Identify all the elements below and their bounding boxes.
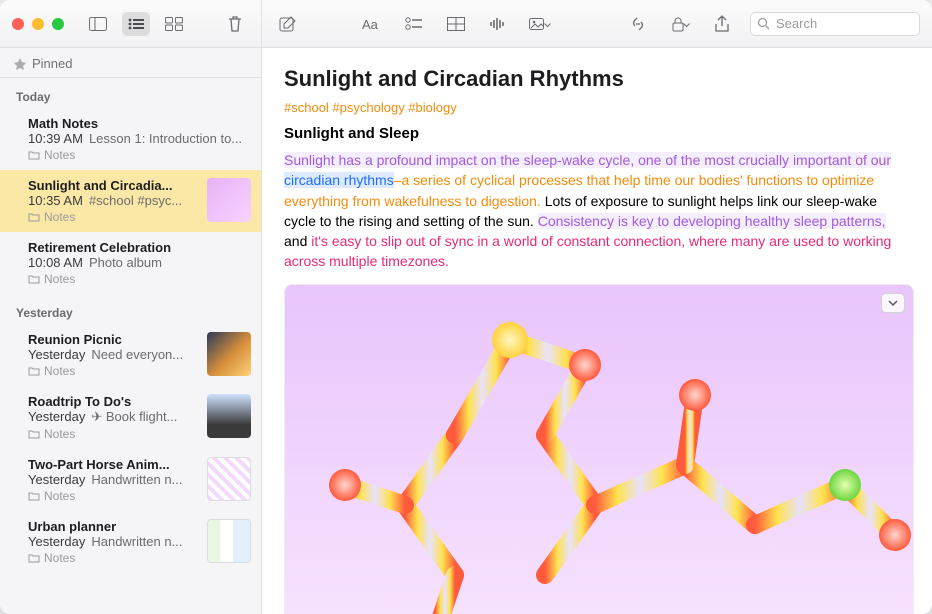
note-list-item[interactable]: Roadtrip To Do'sYesterday✈︎ Book flight.… bbox=[0, 386, 261, 449]
checklist-icon[interactable] bbox=[400, 12, 428, 36]
notes-window: Aa bbox=[0, 0, 932, 614]
note-hashtags[interactable]: #school #psychology #biology bbox=[284, 100, 910, 115]
pinned-header[interactable]: Pinned bbox=[0, 48, 261, 78]
text-segment: and bbox=[284, 233, 311, 249]
titlebar-right: Aa bbox=[262, 0, 932, 47]
folder-icon bbox=[28, 553, 40, 563]
note-list-item[interactable]: Urban plannerYesterdayHandwritten n... No… bbox=[0, 511, 261, 573]
toggle-sidebar-icon[interactable] bbox=[84, 12, 112, 36]
pin-icon bbox=[14, 58, 26, 70]
note-list-item[interactable]: Two-Part Horse Anim...YesterdayHandwritt… bbox=[0, 449, 261, 511]
note-body[interactable]: Sunlight has a profound impact on the sl… bbox=[284, 150, 910, 272]
text-segment: it's easy to slip out of sync in a world… bbox=[284, 233, 891, 269]
note-item-title: Math Notes bbox=[28, 116, 251, 131]
note-item-title: Urban planner bbox=[28, 519, 199, 534]
note-list-item[interactable]: Retirement Celebration10:08 AMPhoto albu… bbox=[0, 232, 261, 294]
note-item-title: Two-Part Horse Anim... bbox=[28, 457, 199, 472]
note-item-meta: 10:39 AMLesson 1: Introduction to... bbox=[28, 131, 251, 146]
delete-note-icon[interactable] bbox=[221, 12, 249, 36]
note-item-folder: Notes bbox=[28, 551, 199, 565]
note-item-meta: 10:08 AMPhoto album bbox=[28, 255, 251, 270]
note-item-thumbnail bbox=[207, 332, 251, 376]
attachment-menu-icon[interactable] bbox=[881, 293, 905, 313]
note-item-title: Sunlight and Circadia... bbox=[28, 178, 199, 193]
search-input[interactable]: Search bbox=[750, 12, 920, 36]
folder-icon bbox=[28, 274, 40, 284]
note-item-folder: Notes bbox=[28, 210, 199, 224]
folder-icon bbox=[28, 150, 40, 160]
folder-icon bbox=[28, 366, 40, 376]
note-item-folder: Notes bbox=[28, 364, 199, 378]
titlebar-left bbox=[0, 0, 262, 47]
audio-icon[interactable] bbox=[484, 12, 512, 36]
section-header: Yesterday bbox=[0, 294, 261, 324]
note-list-item[interactable]: Math Notes10:39 AMLesson 1: Introduction… bbox=[0, 108, 261, 170]
media-icon[interactable] bbox=[526, 12, 554, 36]
note-content[interactable]: Sunlight and Circadian Rhythms #school #… bbox=[262, 48, 932, 614]
note-item-meta: YesterdayHandwritten n... bbox=[28, 472, 199, 487]
note-item-folder: Notes bbox=[28, 489, 199, 503]
note-item-thumbnail bbox=[207, 457, 251, 501]
list-view-icon[interactable] bbox=[122, 12, 150, 36]
search-placeholder: Search bbox=[776, 16, 817, 31]
search-icon bbox=[757, 17, 770, 30]
note-item-folder: Notes bbox=[28, 148, 251, 162]
note-list-item[interactable]: Reunion PicnicYesterdayNeed everyon... No… bbox=[0, 324, 261, 386]
text-segment: Sunlight has a profound impact on the sl… bbox=[284, 152, 891, 168]
note-item-thumbnail bbox=[207, 178, 251, 222]
molecule-image bbox=[285, 285, 914, 614]
note-item-thumbnail bbox=[207, 394, 251, 438]
note-attachment[interactable] bbox=[284, 284, 914, 614]
text-segment: circadian rhythms bbox=[284, 172, 394, 188]
note-item-thumbnail bbox=[207, 519, 251, 563]
share-icon[interactable] bbox=[708, 12, 736, 36]
note-item-meta: 10:35 AM#school #psyc... bbox=[28, 193, 199, 208]
lock-note-icon[interactable] bbox=[666, 12, 694, 36]
note-item-title: Roadtrip To Do's bbox=[28, 394, 199, 409]
folder-icon bbox=[28, 429, 40, 439]
text-segment: Consistency is key to developing healthy… bbox=[538, 213, 886, 229]
note-item-meta: Yesterday✈︎ Book flight... bbox=[28, 409, 199, 425]
note-title: Sunlight and Circadian Rhythms bbox=[284, 66, 910, 92]
gallery-view-icon[interactable] bbox=[160, 12, 188, 36]
note-list-item[interactable]: Sunlight and Circadia...10:35 AM#school … bbox=[0, 170, 261, 232]
new-note-icon[interactable] bbox=[274, 12, 302, 36]
zoom-window-button[interactable] bbox=[52, 18, 64, 30]
close-window-button[interactable] bbox=[12, 18, 24, 30]
note-subtitle: Sunlight and Sleep bbox=[284, 125, 910, 142]
note-item-folder: Notes bbox=[28, 272, 251, 286]
note-item-title: Reunion Picnic bbox=[28, 332, 199, 347]
svg-text:Aa: Aa bbox=[362, 17, 379, 32]
folder-icon bbox=[28, 212, 40, 222]
note-item-folder: Notes bbox=[28, 427, 199, 441]
link-note-icon[interactable] bbox=[624, 12, 652, 36]
note-item-meta: YesterdayHandwritten n... bbox=[28, 534, 199, 549]
titlebar: Aa bbox=[0, 0, 932, 48]
note-item-title: Retirement Celebration bbox=[28, 240, 251, 255]
minimize-window-button[interactable] bbox=[32, 18, 44, 30]
table-icon[interactable] bbox=[442, 12, 470, 36]
pinned-label: Pinned bbox=[32, 56, 72, 71]
window-controls bbox=[12, 18, 64, 30]
section-header: Today bbox=[0, 78, 261, 108]
note-item-meta: YesterdayNeed everyon... bbox=[28, 347, 199, 362]
folder-icon bbox=[28, 491, 40, 501]
body: Pinned TodayMath Notes10:39 AMLesson 1: … bbox=[0, 48, 932, 614]
notes-list[interactable]: Pinned TodayMath Notes10:39 AMLesson 1: … bbox=[0, 48, 262, 614]
format-text-icon[interactable]: Aa bbox=[358, 12, 386, 36]
